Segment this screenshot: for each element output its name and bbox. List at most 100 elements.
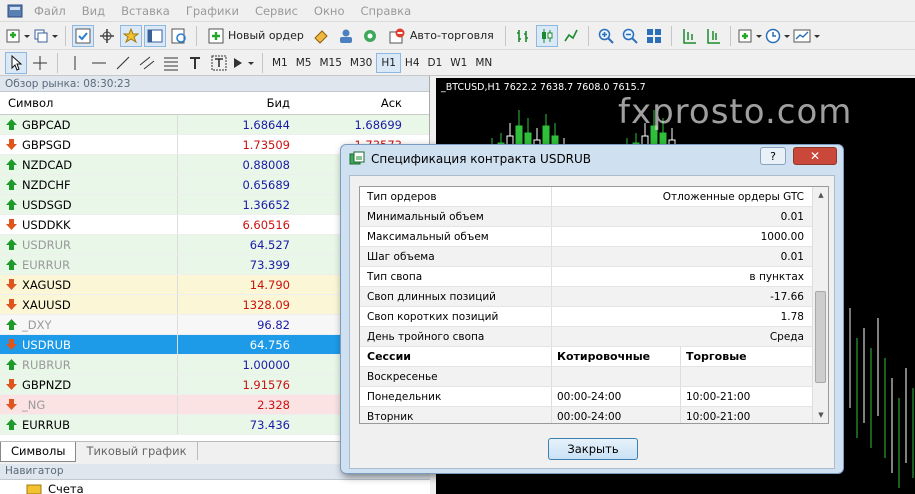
metaeditor-icon[interactable] — [311, 25, 333, 47]
cursor-icon[interactable] — [5, 51, 27, 74]
session-day: Понедельник — [360, 387, 552, 406]
periods-clock-icon[interactable] — [765, 25, 791, 47]
symbol-name: NZDCHF — [22, 177, 71, 192]
horizontal-line-icon[interactable] — [88, 52, 110, 74]
arrows-dropdown-icon[interactable] — [232, 52, 256, 74]
auto-trading-label: Авто-торговля — [409, 29, 494, 42]
scroll-thumb[interactable] — [815, 291, 826, 383]
menu-help[interactable]: Справка — [352, 4, 419, 18]
app-menu-icon[interactable] — [4, 2, 26, 20]
price-down-arrow-icon — [6, 219, 17, 230]
candlestick-chart-icon[interactable] — [535, 24, 558, 47]
price-up-arrow-icon — [6, 259, 17, 270]
session-day: Вторник — [360, 407, 552, 423]
timeframe-mn[interactable]: MN — [471, 53, 496, 73]
templates-icon[interactable] — [793, 25, 821, 47]
bid-cell: 73.399 — [249, 257, 290, 272]
close-button[interactable]: Закрыть — [548, 438, 638, 460]
symbol-cell: USDSGD — [0, 195, 178, 214]
timeframe-m30[interactable]: M30 — [346, 53, 376, 73]
session-trade — [681, 367, 812, 386]
contract-spec-dialog: Спецификация контракта USDRUB ? ✕ Тип ор… — [340, 144, 844, 474]
auto-trading-button[interactable]: Авто-торговля — [383, 25, 499, 47]
new-chart-button[interactable] — [5, 25, 31, 47]
symbol-cell: USDRUB — [0, 335, 178, 354]
scroll-down-arrow-icon[interactable]: ▼ — [813, 407, 828, 423]
zoom-out-icon[interactable] — [619, 25, 641, 47]
menu-charts[interactable]: Графики — [178, 4, 247, 18]
dialog-app-icon — [349, 151, 365, 165]
auto-scroll-icon[interactable] — [702, 25, 724, 47]
sessions-header-row: Сессии Котировочные Торговые — [360, 347, 828, 367]
fibonacci-icon[interactable] — [160, 52, 182, 74]
terminal-toggle-icon[interactable] — [144, 24, 166, 47]
bid-cell: 96.82 — [257, 317, 290, 332]
indicators-icon[interactable] — [737, 25, 763, 47]
timeframe-h4[interactable]: H4 — [401, 53, 424, 73]
price-up-arrow-icon — [6, 159, 17, 170]
data-window-icon[interactable] — [96, 25, 118, 47]
session-quote: 00:00-24:00 — [552, 407, 681, 423]
market-watch-row[interactable]: GBPCAD 1.68644 1.68699 — [0, 115, 429, 135]
timeframe-m1[interactable]: M1 — [268, 53, 292, 73]
dialog-close-x-button[interactable]: ✕ — [793, 147, 837, 165]
symbol-cell: NZDCAD — [0, 155, 178, 174]
spec-row: Своп длинных позиций -17.66 — [360, 287, 828, 307]
menu-file[interactable]: Файл — [26, 4, 74, 18]
menu-view[interactable]: Вид — [74, 4, 113, 18]
symbol-cell: EURRUR — [0, 255, 178, 274]
tab-tick-chart[interactable]: Тиковый график — [76, 442, 198, 460]
trendline-icon[interactable] — [112, 52, 134, 74]
symbol-name: USDSGD — [22, 197, 72, 212]
bar-chart-icon[interactable] — [512, 25, 534, 47]
text-label-icon[interactable] — [208, 52, 230, 74]
symbol-name: USDDKK — [22, 217, 71, 232]
menu-tools[interactable]: Сервис — [247, 4, 306, 18]
spec-scrollbar[interactable]: ▲ ▼ — [812, 187, 828, 423]
crosshair-icon[interactable] — [29, 52, 51, 74]
bid-cell: 0.88008 — [242, 157, 290, 172]
bid-cell: 64.756 — [249, 337, 290, 352]
vertical-line-icon[interactable] — [64, 52, 86, 74]
community-icon[interactable] — [335, 25, 357, 47]
price-down-arrow-icon — [6, 339, 17, 350]
col-symbol[interactable]: Символ — [0, 96, 178, 110]
timeframe-m5[interactable]: M5 — [292, 53, 316, 73]
price-down-arrow-icon — [6, 379, 17, 390]
col-bid[interactable]: Бид — [178, 96, 294, 110]
signals-icon[interactable] — [359, 25, 381, 47]
market-watch-title: Обзор рынка: 08:30:23 — [0, 76, 429, 92]
text-tool-icon[interactable] — [184, 52, 206, 74]
market-watch-toggle-icon[interactable] — [72, 24, 94, 47]
chart-symbol-label: _BTCUSD,H1 7622.2 7638.7 7608.0 7615.7 — [441, 82, 646, 93]
price-down-arrow-icon — [6, 299, 17, 310]
col-ask[interactable]: Аск — [294, 96, 410, 110]
menu-window[interactable]: Окно — [306, 4, 353, 18]
profiles-button[interactable] — [33, 25, 59, 47]
session-row: Воскресенье — [360, 367, 828, 387]
strategy-tester-icon[interactable] — [168, 25, 190, 47]
chart-shift-icon[interactable] — [678, 25, 700, 47]
navigator-star-icon[interactable] — [120, 24, 142, 47]
sessions-col-quote: Котировочные — [552, 347, 681, 366]
sessions-col-day: Сессии — [360, 347, 552, 366]
timeframe-h1[interactable]: H1 — [376, 52, 401, 73]
spec-row: Тип свопа в пунктах — [360, 267, 828, 287]
line-chart-icon[interactable] — [560, 25, 582, 47]
menu-insert[interactable]: Вставка — [113, 4, 178, 18]
new-order-button[interactable]: Новый ордер — [203, 25, 309, 47]
session-quote — [552, 367, 681, 386]
spec-key: Шаг объема — [360, 247, 552, 266]
timeframe-m15[interactable]: M15 — [316, 53, 346, 73]
zoom-in-icon[interactable] — [595, 25, 617, 47]
tab-symbols[interactable]: Символы — [0, 442, 77, 462]
tile-windows-icon[interactable] — [643, 25, 665, 47]
spec-rows: Тип ордеров Отложенные ордеры GTC Минималь… — [360, 187, 828, 347]
navigator-accounts[interactable]: Счета — [0, 480, 430, 494]
equidistant-channel-icon[interactable] — [136, 52, 158, 74]
timeframe-w1[interactable]: W1 — [446, 53, 471, 73]
symbol-cell: GBPSGD — [0, 135, 178, 154]
timeframe-d1[interactable]: D1 — [424, 53, 447, 73]
dialog-help-button[interactable]: ? — [760, 147, 786, 165]
scroll-up-arrow-icon[interactable]: ▲ — [813, 187, 828, 203]
